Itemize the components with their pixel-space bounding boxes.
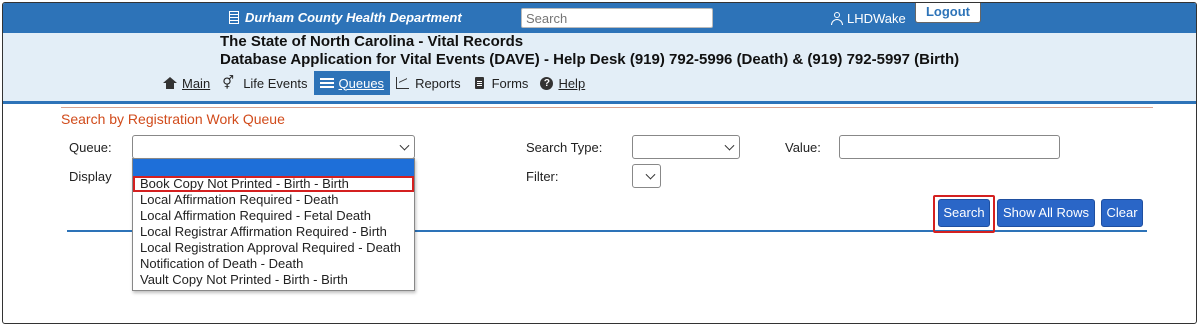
nav-forms[interactable]: Forms [467,71,535,95]
app-window: Durham County Health Department LHDWake … [2,2,1197,324]
nav-reports[interactable]: Reports [390,71,467,95]
display-label: Display [69,169,112,184]
nav-main[interactable]: Main [157,71,216,95]
help-icon: ? [540,76,554,90]
app-subtitle: Database Application for Vital Events (D… [220,51,960,68]
nav-life-events[interactable]: ⚥ Life Events [216,71,313,95]
dropdown-option[interactable]: Local Registrar Affirmation Required - B… [133,224,414,240]
header-divider [3,101,1196,104]
search-button[interactable]: Search [938,199,990,227]
queue-select[interactable] [132,135,415,159]
nav-help[interactable]: ? Help [534,71,591,95]
user-icon [831,12,843,25]
section-divider [61,107,1153,108]
value-input[interactable] [839,135,1060,159]
document-icon [473,77,487,89]
chevron-down-icon [724,140,735,151]
dropdown-option[interactable]: Local Affirmation Required - Death [133,192,414,208]
logout-button[interactable]: Logout [915,3,981,23]
chart-icon [396,77,410,89]
chevron-down-icon [645,169,656,180]
top-bar: Durham County Health Department LHDWake … [3,3,1196,33]
queue-label: Queue: [69,140,112,155]
department-name: Durham County Health Department [229,10,462,25]
building-icon [229,11,239,24]
dropdown-option[interactable]: Book Copy Not Printed - Birth - Birth [133,176,414,192]
section-title: Search by Registration Work Queue [61,111,285,127]
gender-icon: ⚥ [222,75,234,90]
dropdown-option[interactable]: Notification of Death - Death [133,256,414,272]
clear-button[interactable]: Clear [1101,199,1143,227]
home-icon [163,77,177,89]
app-title: The State of North Carolina - Vital Reco… [220,33,524,50]
global-search-input[interactable] [521,8,713,28]
search-type-select[interactable] [632,135,740,159]
value-label: Value: [785,140,821,155]
filter-label: Filter: [526,169,559,184]
search-type-label: Search Type: [526,140,603,155]
queue-dropdown-list: Book Copy Not Printed - Birth - Birth Lo… [132,158,415,291]
dropdown-option[interactable]: Local Registration Approval Required - D… [133,240,414,256]
user-menu[interactable]: LHDWake [831,11,906,26]
header-band: The State of North Carolina - Vital Reco… [3,33,1196,101]
username: LHDWake [847,11,906,26]
chevron-down-icon [399,140,410,151]
main-nav: Main ⚥ Life Events Queues Reports Forms … [157,71,591,95]
filter-select[interactable] [632,164,661,188]
dropdown-option[interactable]: Local Affirmation Required - Fetal Death [133,208,414,224]
dropdown-option-blank[interactable] [133,159,414,176]
dropdown-option[interactable]: Vault Copy Not Printed - Birth - Birth [133,272,414,288]
show-all-rows-button[interactable]: Show All Rows [997,199,1095,227]
list-icon [319,77,334,89]
nav-queues[interactable]: Queues [313,71,391,95]
